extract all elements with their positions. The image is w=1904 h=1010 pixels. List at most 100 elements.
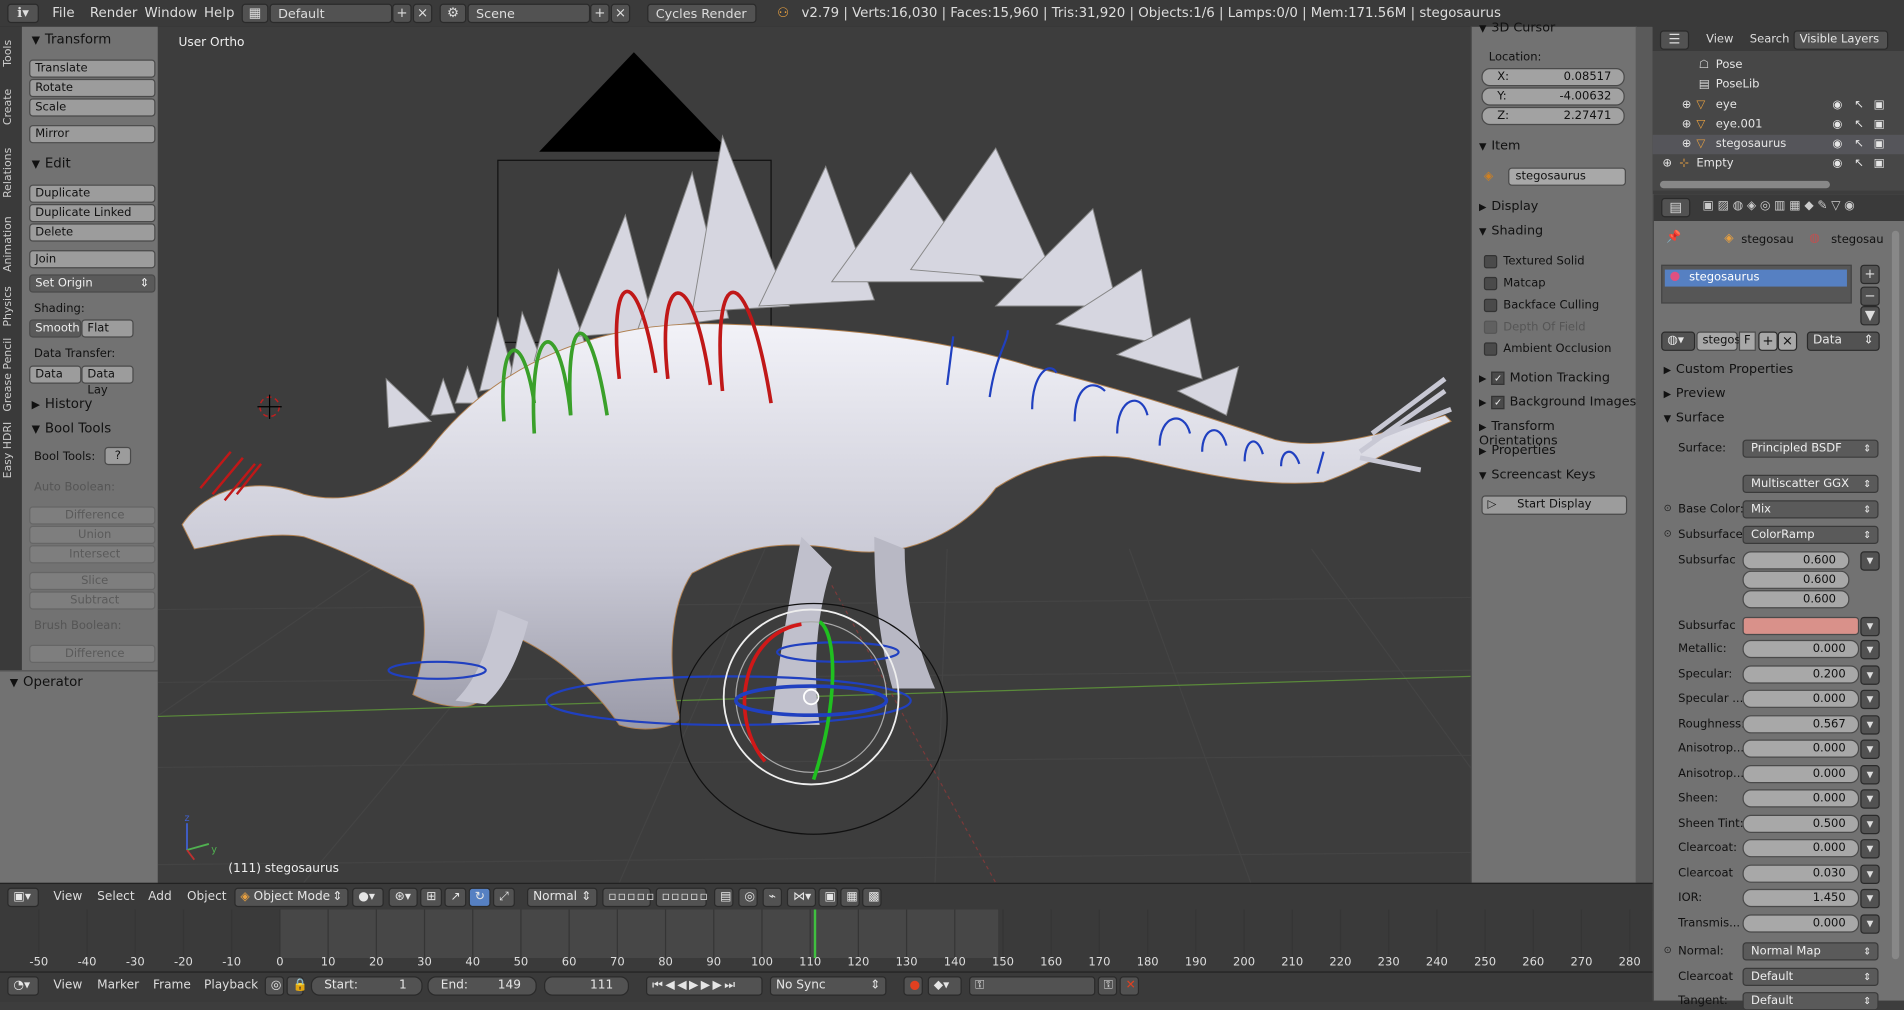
scene-icon[interactable]: ⚙ — [439, 3, 467, 24]
socket-menu-icon[interactable]: ▾ — [1860, 551, 1880, 571]
material-browse-icon[interactable]: ◍▾ — [1661, 331, 1696, 351]
flat-button[interactable]: Flat — [81, 319, 134, 338]
playback-controls[interactable]: ⏮◀◀▶▶▶⏭ — [646, 976, 763, 996]
menu-render[interactable]: Render — [90, 5, 138, 21]
scene-field[interactable]: Scene — [467, 3, 591, 24]
camera-triangle-icon[interactable] — [539, 52, 730, 152]
data-button[interactable]: Data — [29, 365, 82, 384]
motion-tracking-checkbox[interactable]: ✓ — [1491, 371, 1505, 385]
tab-relations[interactable]: Relations — [2, 138, 19, 206]
surface-panel-header[interactable]: ▼ Surface — [1664, 410, 1725, 425]
proportional-edit-icon[interactable]: ◎ — [738, 887, 758, 908]
properties-panel-header[interactable]: ▶ Properties — [1479, 443, 1556, 458]
clearcoat-normal-dropdown[interactable]: Default ⇕ — [1742, 967, 1879, 987]
set-origin-dropdown[interactable]: Set Origin ⇕ — [29, 274, 156, 293]
slot-specials-icon[interactable]: ▼ — [1860, 306, 1880, 326]
remove-layout-icon[interactable]: × — [412, 3, 433, 24]
3d-cursor-icon[interactable] — [257, 394, 282, 419]
visibility-eye-icon[interactable]: ◉ — [1832, 115, 1842, 134]
record-icon[interactable]: ● — [903, 976, 923, 996]
socket-menu-icon[interactable]: ▾ — [1860, 714, 1880, 735]
opengl-anim-icon[interactable]: ▦ — [840, 887, 860, 908]
timeline[interactable]: -50 -40 -30 -20 -10 0 10 20 30 40 50 60 70 80 90 100 110… — [0, 909, 1653, 972]
outliner-view-menu[interactable]: View — [1706, 33, 1733, 46]
shader-param-field[interactable]: 0.000 — [1742, 913, 1860, 932]
unlink-material-icon[interactable]: × — [1777, 331, 1798, 351]
outliner-search-menu[interactable]: Search — [1750, 33, 1790, 46]
duplicate-button[interactable]: Duplicate — [29, 184, 156, 203]
start-frame-field[interactable]: Start: 1 — [310, 976, 423, 996]
outliner-row-pose[interactable]: ☖ Pose — [1653, 56, 1904, 75]
shader-param-field[interactable]: 0.000 — [1742, 789, 1860, 808]
socket-menu-icon[interactable]: ▾ — [1860, 764, 1880, 784]
link-data-dropdown[interactable]: Data ⇕ — [1806, 331, 1880, 351]
delete-keyframe-icon[interactable]: ✕ — [1119, 976, 1140, 996]
tab-physics[interactable]: Physics — [2, 282, 19, 331]
tab-grease-pencil[interactable]: Grease Pencil — [2, 335, 19, 415]
3d-cursor-panel-header[interactable]: ▼ 3D Cursor — [1479, 21, 1555, 36]
shader-param-field[interactable]: 0.000 — [1742, 764, 1860, 783]
socket-menu-icon[interactable]: ▾ — [1860, 839, 1880, 859]
smooth-button[interactable]: Smooth — [29, 319, 82, 338]
preview-header[interactable]: ▶ Preview — [1664, 386, 1726, 401]
opengl-render-icon[interactable]: ▣ — [818, 887, 838, 908]
socket-menu-icon[interactable]: ▾ — [1860, 789, 1880, 809]
new-material-icon[interactable]: + — [1758, 331, 1778, 351]
tab-easy-hdri[interactable]: Easy HDRI — [2, 420, 19, 481]
shader-param-field[interactable]: 0.567 — [1742, 714, 1860, 733]
scale-manipulator-icon[interactable]: ⤢ — [493, 887, 515, 908]
mode-dropdown[interactable]: ◈ Object Mode ⇕ — [234, 887, 349, 908]
shader-param-field[interactable]: 0.030 — [1742, 863, 1860, 883]
display-mode-dropdown[interactable]: Visible Layers — [1793, 30, 1889, 50]
shader-param-field[interactable]: 0.000 — [1742, 839, 1860, 858]
socket-menu-icon[interactable]: ▾ — [1860, 639, 1880, 660]
camera-render-icon[interactable]: ▩ — [862, 887, 882, 908]
frame-menu[interactable]: Frame — [153, 979, 191, 992]
outliner-row-poselib[interactable]: ▤ PoseLib — [1653, 75, 1904, 94]
properties-editor-type-icon[interactable]: ▤ — [1661, 197, 1691, 218]
bool-tools-panel-header[interactable]: ▼ Bool Tools — [22, 418, 112, 440]
lock-icon[interactable]: 🔒 — [286, 976, 308, 996]
marker-menu[interactable]: Marker — [97, 979, 139, 992]
material-name-field[interactable]: stegos — [1696, 331, 1740, 351]
shader-param-field[interactable]: 0.000 — [1742, 739, 1860, 758]
distribution-dropdown[interactable]: Multiscatter GGX ⇕ — [1742, 474, 1879, 494]
join-button[interactable]: Join — [29, 250, 156, 269]
cursor-y-field[interactable]: Y: -4.00632 — [1481, 87, 1625, 106]
visibility-eye-icon[interactable]: ◉ — [1832, 154, 1842, 173]
socket-menu-icon[interactable]: ▾ — [1860, 664, 1880, 685]
keying-set-icon[interactable]: ◆▾ — [927, 976, 962, 996]
breadcrumb-object[interactable]: stegosau — [1741, 233, 1793, 246]
surface-shader-dropdown[interactable]: Principled BSDF ⇕ — [1742, 439, 1879, 458]
object-name-field[interactable]: stegosaurus — [1508, 167, 1626, 186]
properties-scrollbar[interactable] — [1891, 230, 1900, 960]
insert-keyframe-icon[interactable]: ⚿ — [1097, 976, 1118, 996]
lock-layers-icon[interactable]: ▤ — [714, 887, 734, 908]
tangent-dropdown[interactable]: Default ⇕ — [1742, 992, 1879, 1010]
normal-dropdown[interactable]: Normal Map ⇕ — [1742, 942, 1879, 961]
add-scene-icon[interactable]: + — [590, 3, 610, 24]
link-socket-icon[interactable]: ⊙ — [1664, 945, 1672, 956]
delete-button[interactable]: Delete — [29, 223, 156, 242]
viewport-shading-icon[interactable]: ●▾ — [352, 887, 384, 908]
editor-type-icon[interactable]: ▣▾ — [7, 887, 39, 908]
data-layout-button[interactable]: Data Lay — [81, 365, 134, 397]
socket-menu-icon[interactable]: ▾ — [1860, 616, 1880, 637]
cursor-x-field[interactable]: X: 0.08517 — [1481, 68, 1625, 87]
edit-panel-header[interactable]: ▼ Edit — [22, 153, 71, 175]
shader-param-field[interactable]: 0.200 — [1742, 664, 1860, 684]
motion-tracking-panel-header[interactable]: ▶ ✓ Motion Tracking — [1479, 370, 1610, 385]
visibility-eye-icon[interactable]: ◉ — [1832, 135, 1842, 154]
outliner-row-eye001[interactable]: ⊕ ▽ eye.001 ◉ ↖ ▣ — [1653, 115, 1904, 134]
transform-panel-header[interactable]: ▼ Transform — [22, 29, 112, 51]
sync-dropdown[interactable]: No Sync ⇕ — [769, 976, 887, 996]
stegosaurus-mesh[interactable] — [181, 134, 1452, 730]
add-layout-icon[interactable]: + — [392, 3, 412, 24]
translate-manipulator-icon[interactable]: ↗ — [444, 887, 467, 908]
socket-menu-icon[interactable]: ▾ — [1860, 913, 1880, 934]
subsurface-radius-x[interactable]: 0.600 — [1742, 551, 1850, 570]
shader-param-field[interactable]: 0.000 — [1742, 639, 1860, 659]
add-material-slot-icon[interactable]: + — [1860, 264, 1880, 285]
menu-window[interactable]: Window — [145, 5, 198, 21]
select-menu[interactable]: Select — [97, 890, 134, 903]
